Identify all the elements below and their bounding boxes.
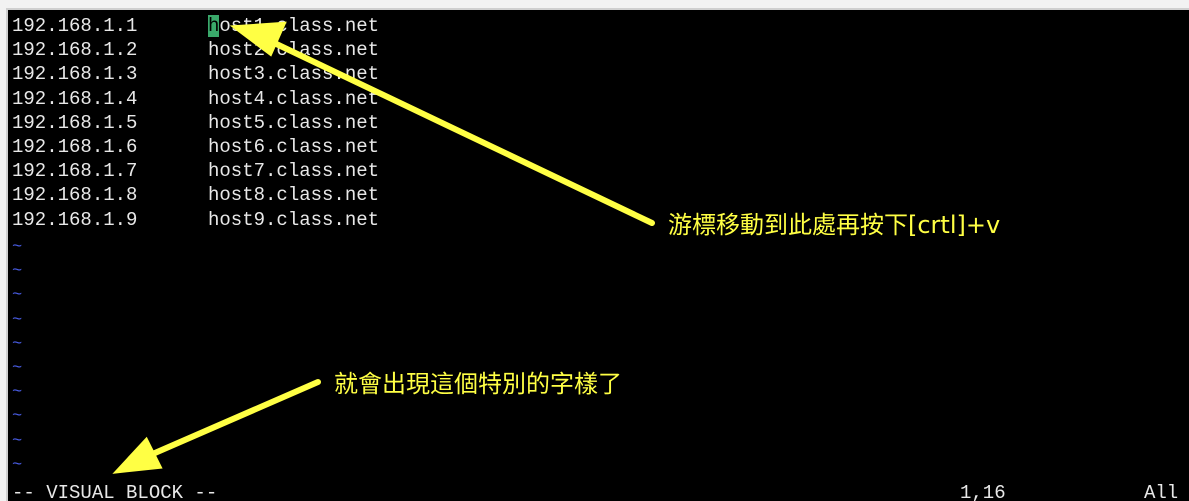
annotation-arrows	[112, 21, 655, 474]
arrow-to-status-icon	[145, 379, 321, 459]
annotation-bottom: 就會出現這個特別的字樣了	[334, 370, 622, 398]
arrow-head-top-icon	[229, 21, 287, 57]
annotation-top: 游標移動到此處再按下[crtl]+v	[668, 211, 1001, 239]
arrow-head-bottom-icon	[112, 436, 163, 474]
arrow-to-cursor-icon	[265, 37, 655, 226]
